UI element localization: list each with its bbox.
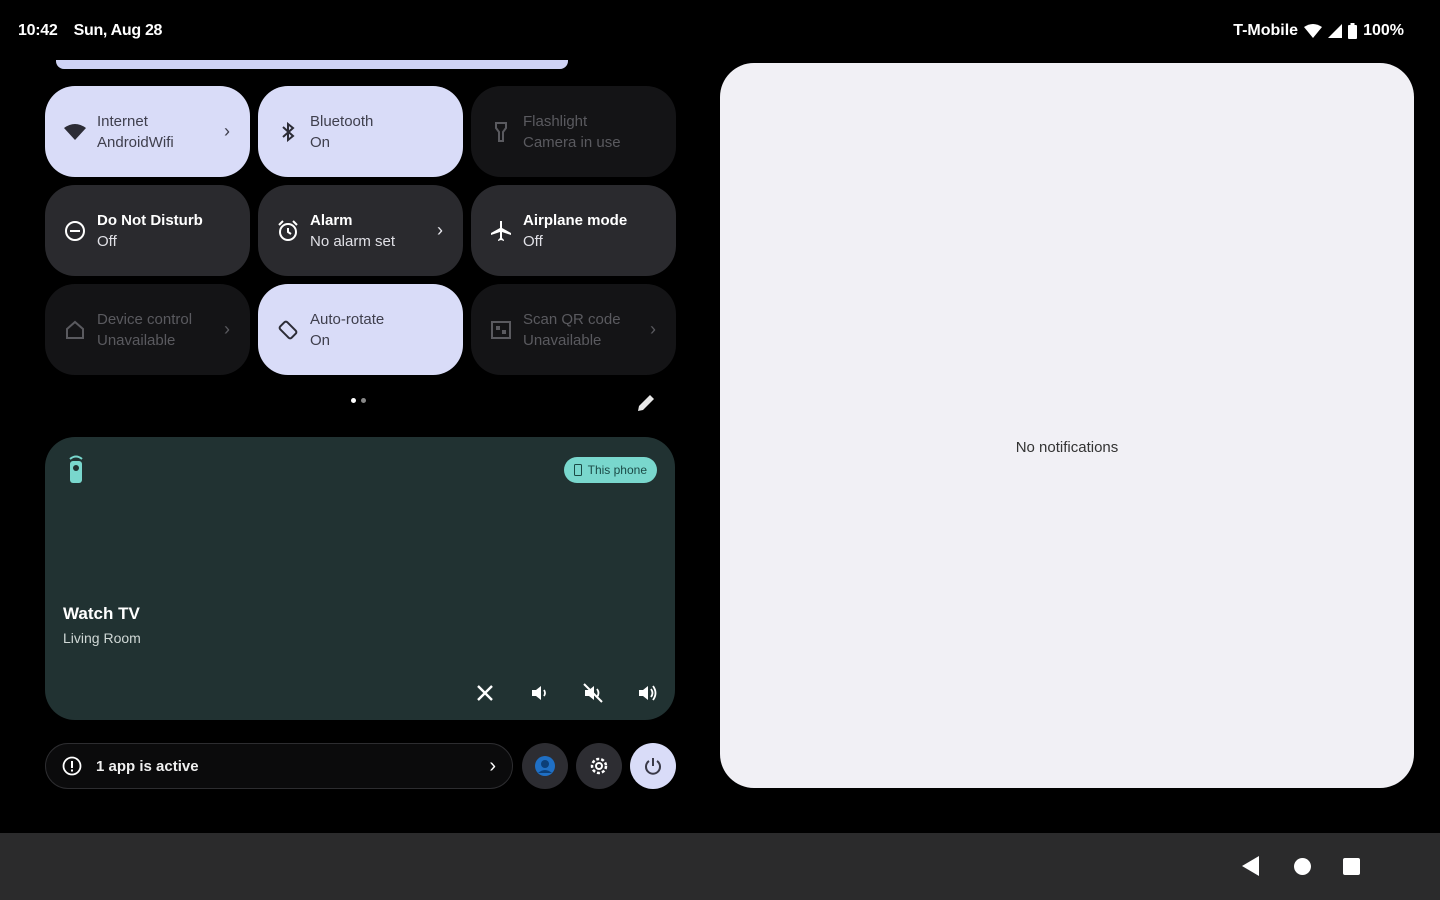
battery-level: 100% — [1363, 22, 1404, 39]
chevron-right-icon: › — [489, 754, 496, 777]
chevron-right-icon: › — [437, 220, 443, 240]
media-controls — [469, 677, 663, 709]
tile-flashlight[interactable]: Flashlight Camera in use — [471, 86, 676, 177]
page-dot-active — [351, 398, 356, 403]
notification-panel: No notifications — [720, 63, 1414, 788]
media-subtitle: Living Room — [63, 630, 141, 646]
output-device-chip[interactable]: This phone — [563, 457, 657, 483]
tile-label: Scan QR code — [523, 310, 621, 328]
tile-status: Unavailable — [97, 331, 176, 349]
home-button[interactable] — [1294, 858, 1311, 875]
active-apps-button[interactable]: 1 app is active › — [45, 743, 513, 789]
quick-settings-grid: Internet AndroidWifi › Bluetooth On Flas… — [45, 86, 676, 375]
status-time: 10:42 — [18, 22, 58, 39]
brightness-slider[interactable] — [56, 60, 568, 69]
tile-status: On — [310, 331, 331, 349]
power-button[interactable] — [630, 743, 676, 789]
empty-notifications-text: No notifications — [1015, 439, 1119, 456]
close-icon — [477, 685, 493, 701]
volume-down-button[interactable] — [523, 677, 555, 709]
tile-status: Unavailable — [523, 331, 602, 349]
tile-status: No alarm set — [310, 232, 396, 250]
home-icon — [63, 318, 87, 342]
chevron-right-icon: › — [224, 121, 230, 141]
qr-icon — [489, 318, 513, 342]
tile-label: Alarm — [310, 211, 353, 229]
back-button[interactable] — [1242, 856, 1260, 881]
chevron-right-icon: › — [224, 319, 230, 339]
tile-status: Off — [523, 232, 543, 250]
recents-button[interactable] — [1343, 858, 1360, 875]
wifi-icon — [63, 120, 87, 144]
page-dot — [361, 398, 366, 403]
tile-label: Do Not Disturb — [97, 211, 203, 229]
tile-label: Flashlight — [523, 112, 588, 130]
volume-up-button[interactable] — [631, 677, 663, 709]
cell-signal-icon — [1328, 24, 1343, 38]
carrier-name: T-Mobile — [1233, 22, 1299, 39]
media-card[interactable]: This phone Watch TV Living Room — [45, 437, 675, 720]
phone-icon — [573, 464, 582, 476]
flashlight-icon — [489, 120, 513, 144]
tile-status: Off — [97, 232, 117, 250]
tile-label: Device control — [97, 310, 193, 328]
battery-icon — [1348, 23, 1358, 39]
mute-button[interactable] — [577, 677, 609, 709]
avatar-icon — [535, 756, 555, 776]
volume-up-icon — [639, 685, 657, 701]
remote-icon — [67, 455, 85, 488]
status-date: Sun, Aug 28 — [73, 22, 163, 39]
active-apps-label: 1 app is active — [96, 757, 199, 775]
power-icon — [645, 758, 661, 775]
volume-down-icon — [532, 686, 546, 700]
settings-button[interactable] — [576, 743, 622, 789]
info-icon — [62, 756, 82, 776]
tile-scan-qr-code[interactable]: Scan QR code Unavailable › — [471, 284, 676, 375]
tile-internet[interactable]: Internet AndroidWifi › — [45, 86, 250, 177]
airplane-icon — [489, 219, 513, 243]
tile-airplane-mode[interactable]: Airplane mode Off — [471, 185, 676, 276]
alarm-icon — [276, 219, 300, 243]
tile-label: Airplane mode — [523, 211, 628, 229]
tile-status: On — [310, 133, 331, 151]
tile-label: Auto-rotate — [310, 310, 385, 328]
back-icon — [1242, 856, 1259, 876]
status-bar-left: 10:42 Sun, Aug 28 — [18, 22, 174, 40]
bluetooth-icon — [276, 120, 300, 144]
tile-bluetooth[interactable]: Bluetooth On — [258, 86, 463, 177]
rotate-icon — [276, 318, 300, 342]
tile-label: Bluetooth — [310, 112, 374, 130]
page-indicator — [351, 398, 366, 403]
tile-device-control[interactable]: Device control Unavailable › — [45, 284, 250, 375]
media-title: Watch TV — [63, 604, 140, 623]
tile-label: Internet — [97, 112, 148, 130]
tile-alarm[interactable]: Alarm No alarm set › — [258, 185, 463, 276]
navigation-bar — [0, 833, 1440, 900]
chevron-right-icon: › — [650, 319, 656, 339]
tile-auto-rotate[interactable]: Auto-rotate On — [258, 284, 463, 375]
tile-status: Camera in use — [523, 133, 621, 151]
output-device-label: This phone — [587, 463, 647, 477]
gear-icon — [590, 757, 608, 775]
user-switcher-button[interactable] — [522, 743, 568, 789]
tile-do-not-disturb[interactable]: Do Not Disturb Off — [45, 185, 250, 276]
wifi-signal-icon — [1304, 23, 1323, 39]
tile-status: AndroidWifi — [97, 133, 174, 151]
status-bar-right: T-Mobile 100% — [1233, 22, 1404, 40]
close-button[interactable] — [469, 677, 501, 709]
pencil-icon — [638, 395, 654, 411]
edit-tiles-button[interactable] — [633, 390, 659, 416]
volume-mute-icon — [583, 683, 603, 703]
do-not-disturb-icon — [63, 219, 87, 243]
